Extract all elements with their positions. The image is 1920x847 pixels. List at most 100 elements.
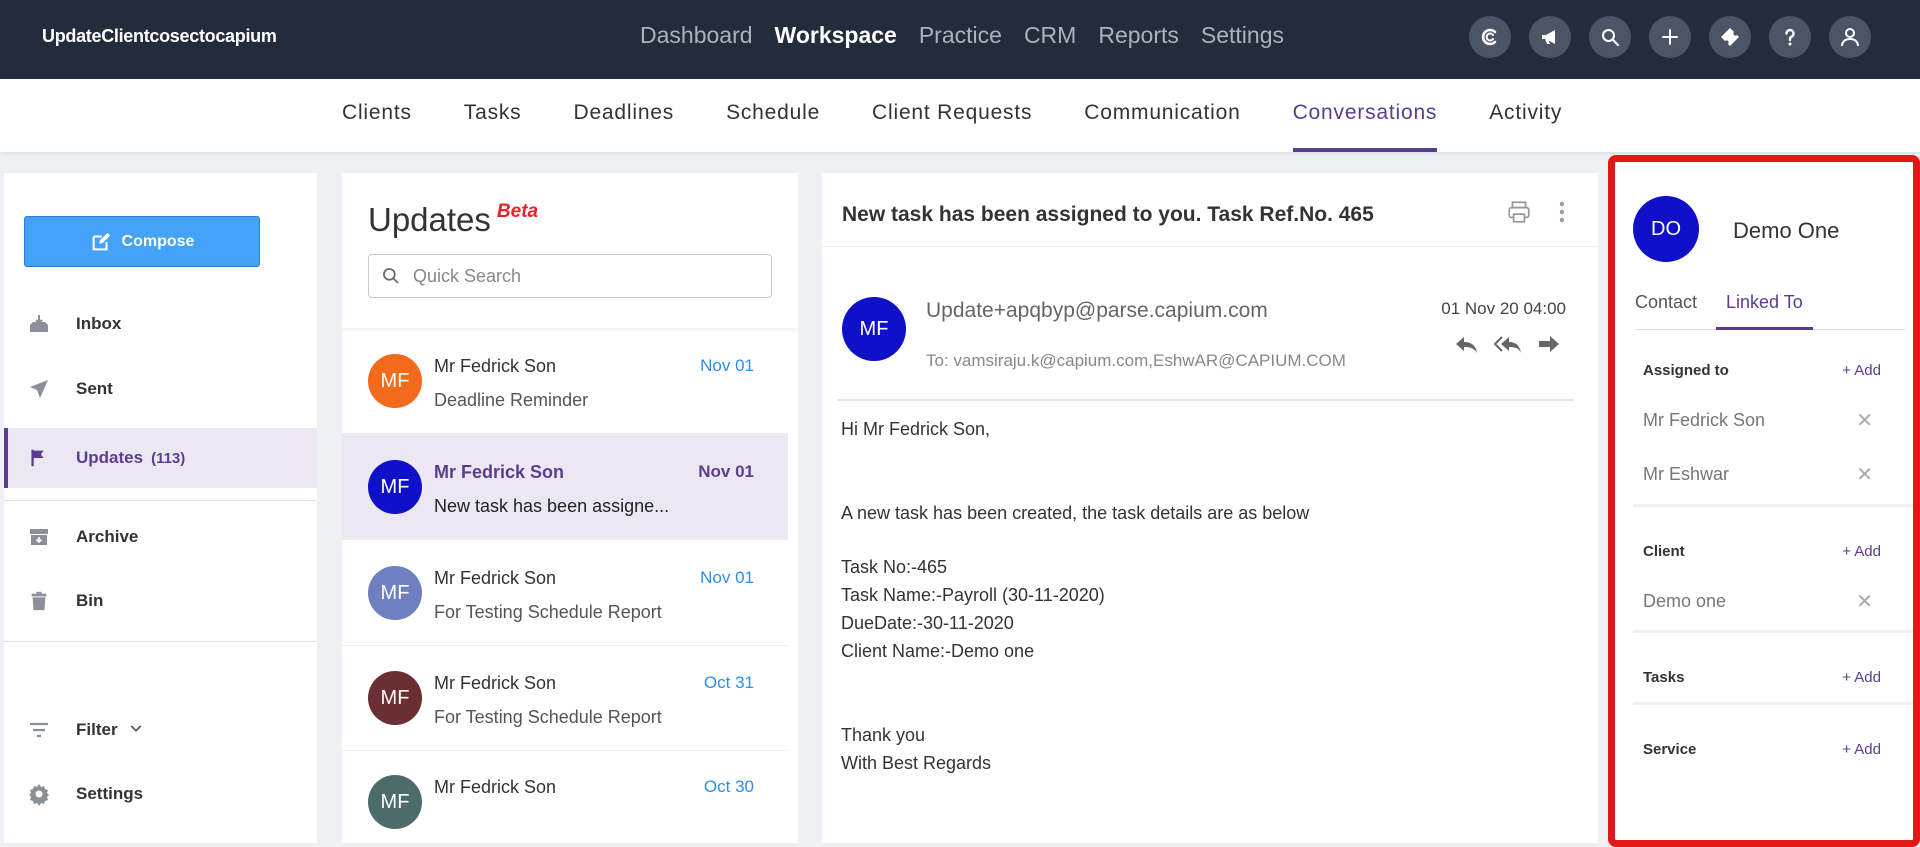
message-subject: New task has been assigned to you. Task … <box>842 203 1374 226</box>
divider <box>4 641 317 642</box>
item-sender: Mr Fedrick Son <box>434 777 557 797</box>
updates-count: (113) <box>151 449 186 467</box>
close-icon[interactable]: ✕ <box>1856 408 1873 433</box>
close-icon[interactable]: ✕ <box>1856 462 1873 487</box>
help-icon[interactable] <box>1769 16 1811 58</box>
gear-icon <box>26 781 52 807</box>
sidebar-item-label: Settings <box>76 784 144 803</box>
assigned-add-button[interactable]: + Add <box>1842 362 1881 379</box>
sidebar-item-inbox[interactable]: Inbox <box>4 294 317 354</box>
filter-button[interactable]: Filter <box>4 700 317 760</box>
contact-name: Demo One <box>1733 218 1840 243</box>
compose-button[interactable]: Compose <box>24 216 260 267</box>
list-item[interactable]: MF Mr Fedrick Son Oct 30 <box>342 749 788 843</box>
edit-icon <box>92 232 110 250</box>
divider <box>1633 630 1913 633</box>
sidebar-item-updates[interactable]: Updates (113) <box>4 428 317 488</box>
body-intro: A new task has been created, the task de… <box>841 503 1310 523</box>
body-greeting: Hi Mr Fedrick Son, <box>841 419 991 439</box>
close-icon[interactable]: ✕ <box>1856 589 1873 614</box>
message-date: 01 Nov 20 04:00 <box>1441 299 1566 318</box>
compose-label: Compose <box>121 232 195 250</box>
sidebar-item-sent[interactable]: Sent <box>4 359 317 419</box>
tab-linked-to[interactable]: Linked To <box>1716 292 1813 330</box>
nav-reports[interactable]: Reports <box>1098 22 1179 49</box>
sidebar-item-label: Sent <box>76 379 113 398</box>
trash-icon <box>26 588 52 614</box>
tab-contact[interactable]: Contact <box>1635 292 1697 330</box>
sidebar-item-bin[interactable]: Bin <box>4 571 317 631</box>
list-item[interactable]: MF Mr Fedrick Son Deadline Reminder Nov … <box>342 328 788 434</box>
sidebar-item-label: Bin <box>76 591 104 610</box>
tab-client-requests[interactable]: Client Requests <box>872 79 1032 152</box>
item-date: Oct 30 <box>703 777 754 796</box>
ticket-icon[interactable] <box>1709 16 1751 58</box>
message-actions <box>1506 199 1566 230</box>
message-panel: New task has been assigned to you. Task … <box>822 173 1598 843</box>
mail-sidebar: Compose Inbox Sent Updates (113) Archive… <box>4 173 317 843</box>
body-client-name: Client Name:-Demo one <box>841 641 1035 661</box>
assigned-to-title: Assigned to <box>1643 362 1729 379</box>
assigned-person: Mr Fedrick Son <box>1643 410 1766 430</box>
tasks-add-button[interactable]: + Add <box>1842 669 1881 686</box>
quick-search <box>368 254 772 298</box>
assigned-person: Mr Eshwar <box>1643 464 1730 484</box>
reply-icon[interactable] <box>1454 333 1480 360</box>
nav-dashboard[interactable]: Dashboard <box>640 22 753 49</box>
item-sender: Mr Fedrick Son <box>434 673 557 693</box>
list-item[interactable]: MF Mr Fedrick Son For Testing Schedule R… <box>342 540 788 646</box>
message-header: New task has been assigned to you. Task … <box>822 173 1598 247</box>
plus-icon[interactable] <box>1649 16 1691 58</box>
beta-badge: Beta <box>496 201 539 222</box>
divider <box>838 399 1574 401</box>
megaphone-icon[interactable] <box>1529 16 1571 58</box>
service-title: Service <box>1643 741 1697 758</box>
more-options-icon[interactable] <box>1558 200 1566 229</box>
sidebar-item-label: Archive <box>76 527 139 546</box>
top-bar: UpdateClientcosectocapium Dashboard Work… <box>0 0 1920 79</box>
print-icon[interactable] <box>1506 199 1532 230</box>
sub-nav-tabs: Clients Tasks Deadlines Schedule Client … <box>342 79 1614 152</box>
nav-workspace[interactable]: Workspace <box>775 22 897 49</box>
body-due-date: DueDate:-30-11-2020 <box>841 613 1014 633</box>
service-add-button[interactable]: + Add <box>1842 741 1881 758</box>
item-date: Nov 01 <box>700 356 754 375</box>
tab-communication[interactable]: Communication <box>1084 79 1240 152</box>
sidebar-item-settings[interactable]: Settings <box>4 764 317 824</box>
message-recipients: To: vamsiraju.k@capium.com,EshwAR@CAPIUM… <box>926 351 1346 370</box>
search-icon[interactable] <box>1589 16 1631 58</box>
list-header: Updates Beta <box>342 173 798 328</box>
reply-all-icon[interactable] <box>1493 333 1522 360</box>
item-subject: New task has been assigne... <box>434 496 670 516</box>
avatar: MF <box>368 460 422 514</box>
user-icon[interactable] <box>1829 16 1871 58</box>
capium-logo-icon[interactable] <box>1469 16 1511 58</box>
add-label: Add <box>1854 669 1881 686</box>
tab-clients[interactable]: Clients <box>342 79 412 152</box>
divider <box>1633 702 1913 705</box>
avatar: MF <box>368 566 422 620</box>
tab-deadlines[interactable]: Deadlines <box>573 79 674 152</box>
message-sender: Update+apqbyp@parse.capium.com <box>926 299 1268 322</box>
list-title: Updates Beta <box>368 201 538 239</box>
sidebar-item-label: Inbox <box>76 314 122 333</box>
item-sender: Mr Fedrick Son <box>434 568 557 588</box>
tab-conversations[interactable]: Conversations <box>1292 79 1438 152</box>
nav-practice[interactable]: Practice <box>919 22 1002 49</box>
nav-crm[interactable]: CRM <box>1024 22 1076 49</box>
client-add-button[interactable]: + Add <box>1842 543 1881 560</box>
contact-avatar: DO <box>1633 196 1699 262</box>
sidebar-item-archive[interactable]: Archive <box>4 507 317 567</box>
tab-activity[interactable]: Activity <box>1489 79 1562 152</box>
tab-schedule[interactable]: Schedule <box>726 79 820 152</box>
list-item[interactable]: MF Mr Fedrick Son For Testing Schedule R… <box>342 645 788 751</box>
list-item-selected[interactable]: MF Mr Fedrick Son New task has been assi… <box>342 434 788 540</box>
updates-list-panel: UpdatesBeta MF Mr Fedrick Son Deadline R… <box>342 173 798 843</box>
message-reply-actions <box>1454 333 1562 360</box>
brand-name[interactable]: UpdateClientcosectocapium <box>42 26 277 47</box>
tab-tasks[interactable]: Tasks <box>464 79 522 152</box>
body-task-name: Task Name:-Payroll (30-11-2020) <box>841 585 1105 605</box>
search-input[interactable] <box>413 265 753 287</box>
forward-icon[interactable] <box>1536 333 1562 360</box>
nav-settings[interactable]: Settings <box>1201 22 1284 49</box>
